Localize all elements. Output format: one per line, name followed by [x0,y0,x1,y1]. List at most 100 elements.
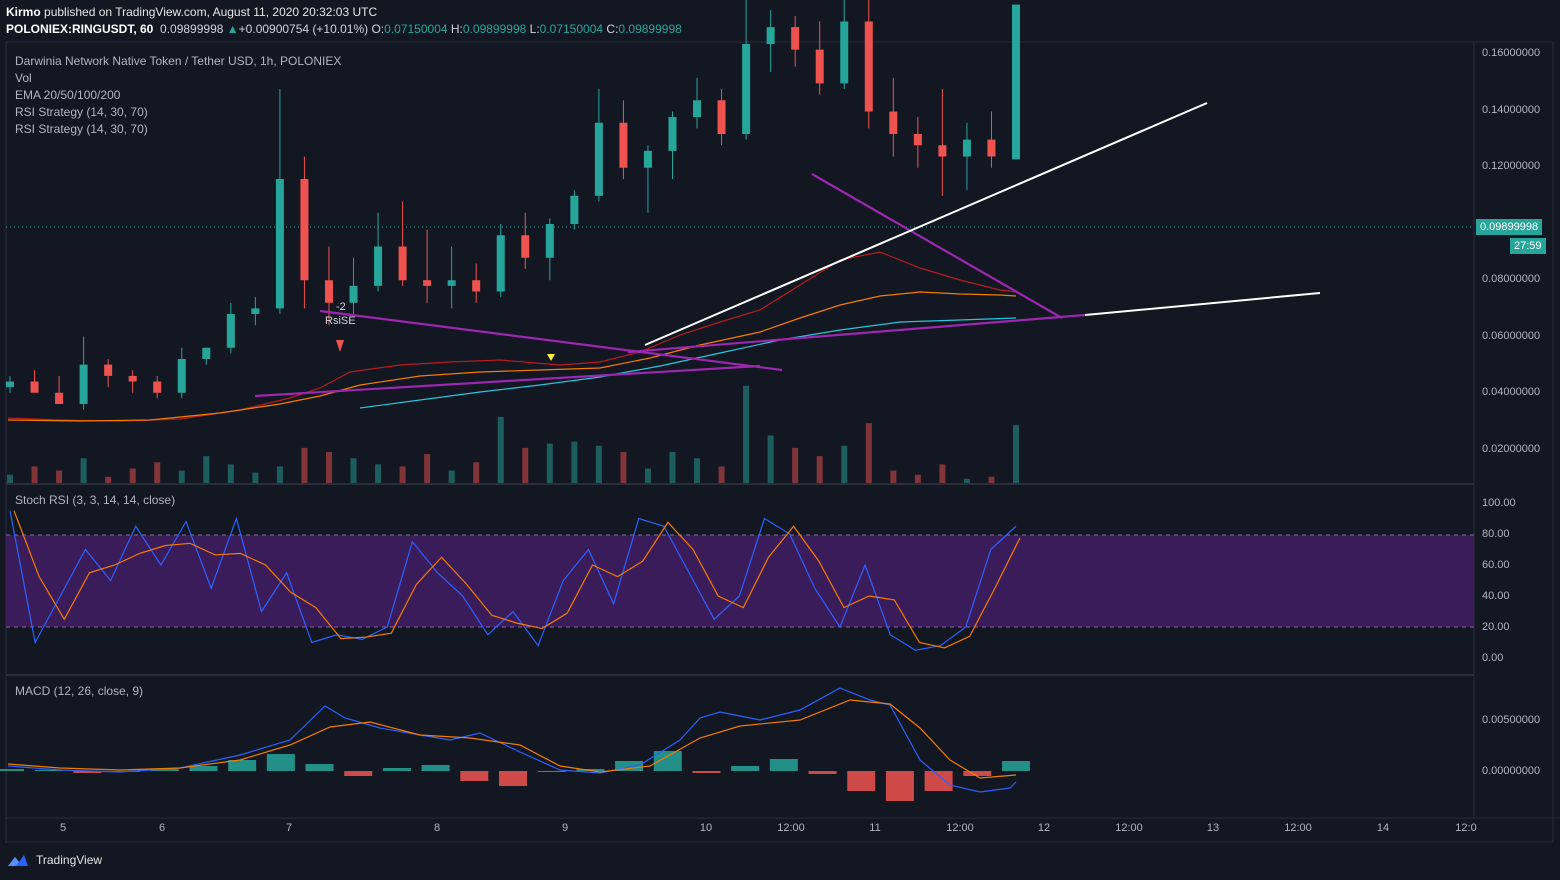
candle-body [398,246,407,281]
volume-bar [7,474,13,483]
candle-body [643,150,652,168]
macd-hist-bar [847,771,876,791]
legend-rsi-1[interactable]: RSI Strategy (14, 30, 70) [15,104,341,121]
candle-body [815,49,824,84]
candle-body [275,179,284,309]
stoch-axis-label: 20.00 [1482,621,1510,633]
price-axis-label: 0.08000000 [1482,273,1541,285]
macd-hist-bar [460,771,489,781]
buy-signal-marker [547,354,555,361]
time-axis-label: 7 [285,822,293,834]
legend-ema[interactable]: EMA 20/50/100/200 [15,87,341,104]
candle-body [55,392,64,404]
macd-legend[interactable]: MACD (12, 26, close, 9) [15,684,143,698]
change-up-icon: ▲ [226,22,239,36]
candle-body [202,347,211,359]
candle-body [79,364,88,404]
signal-line [7,699,1017,779]
volume-bar [497,416,504,483]
macd-axis-label: 0.00000000 [1482,765,1541,777]
time-axis-label: 12:00 [1115,822,1143,834]
volume-bar [375,464,382,483]
candle-body [6,381,14,388]
time-axis-label: 12:00 [946,822,974,834]
price-axis-label: 0.06000000 [1482,330,1541,342]
volume-bar [595,445,602,483]
candle-body [938,145,947,157]
candle-body [374,246,383,286]
stoch-legend[interactable]: Stoch RSI (3, 3, 14, 14, close) [15,493,175,507]
volume-bar [227,464,234,483]
candle-body [300,179,309,281]
legend-vol[interactable]: Vol [15,70,341,87]
macd-hist-bar [499,771,527,786]
macd-hist-bar [266,754,295,771]
macd-hist-bar [731,766,760,771]
volume-bar [816,456,823,483]
candle-body [104,364,113,376]
volume-bar [644,468,651,483]
ohlc-bar: POLONIEX:RINGUSDT, 60 0.09899998 ▲+0.009… [6,22,682,36]
volume-bar [963,478,970,483]
volume-bar [31,466,38,483]
stoch-band [6,535,1474,627]
ema-50-line [7,291,1017,422]
volume-bar [767,435,774,483]
trendline-purple-1[interactable] [319,309,783,372]
candle-body [1012,4,1020,160]
macd-hist-bar [963,771,992,776]
candle-body [717,100,726,134]
price-axis-label: 0.12000000 [1482,160,1541,172]
tradingview-logo[interactable]: TradingView [6,852,102,868]
volume-bar [399,466,406,483]
volume-bar [571,441,578,483]
time-axis-label: 12:00 [777,822,805,834]
volume-bar [129,468,136,483]
candle-body [594,122,603,196]
candle-body [889,111,898,134]
main-legend: Darwinia Network Native Token / Tether U… [15,53,341,138]
volume-bar [350,458,357,483]
candle-body [619,122,628,168]
time-axis-label: 13 [1206,822,1220,834]
macd-hist-bar [769,759,798,771]
candle-body [962,139,971,157]
candle-body [840,21,849,84]
volume-bar [252,472,259,483]
price-axis-label: 0.16000000 [1482,47,1541,59]
time-axis-label: 8 [433,822,441,834]
time-axis-label: 12:00 [1284,822,1312,834]
volume-bar [178,470,185,483]
sell-signal-arrow [336,340,344,352]
candle-body [472,280,481,292]
macd-hist-bar [1002,761,1030,771]
volume-bar [939,464,946,483]
trendline-white-1[interactable] [644,102,1208,346]
candle-body [693,100,702,118]
candle-body [30,381,39,393]
time-axis-label: 12:0 [1455,822,1477,834]
stoch-axis-label: 100.00 [1482,497,1516,509]
volume-bar [620,452,627,483]
volume-bar [325,452,332,483]
macd-histogram [0,751,1030,801]
trendline-purple-4[interactable] [811,173,1063,319]
legend-title[interactable]: Darwinia Network Native Token / Tether U… [15,53,341,70]
trendline-purple-3[interactable] [627,313,1086,354]
publish-info: Kirmo published on TradingView.com, Augu… [6,5,378,19]
last-price-tag: 0.09899998 [1476,219,1543,235]
candle-body [766,27,775,44]
legend-rsi-2[interactable]: RSI Strategy (14, 30, 70) [15,121,341,138]
volume-bar [424,454,431,483]
macd-hist-bar [0,769,24,771]
volume-bar [448,470,455,483]
volume-bar [154,462,161,483]
time-axis-label: 10 [699,822,713,834]
candle-body [496,235,505,292]
price-axis-label: 0.04000000 [1482,386,1541,398]
volume-bar [301,447,308,483]
time-axis-label: 5 [59,822,67,834]
trendline-white-2[interactable] [1084,292,1321,316]
macd-hist-bar [382,768,411,771]
stoch-axis-label: 0.00 [1482,652,1504,664]
